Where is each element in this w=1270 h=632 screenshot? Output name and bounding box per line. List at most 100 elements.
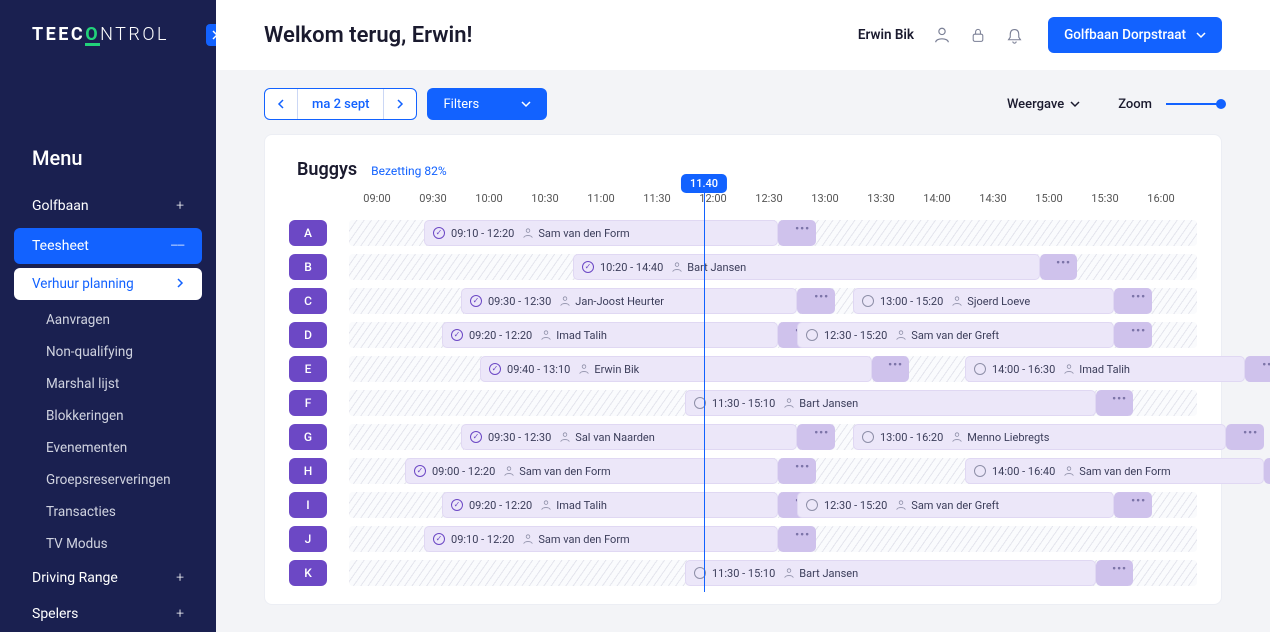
row-label: D — [289, 322, 327, 348]
booking-segment[interactable]: 09:10 - 12:20Sam van den Form — [424, 526, 778, 552]
more-icon[interactable]: ••• — [795, 528, 810, 541]
booking-cleanup[interactable]: ••• — [1114, 288, 1152, 314]
sidebar-group-driving-range[interactable]: Driving Range + — [0, 560, 216, 596]
more-icon[interactable]: ••• — [814, 426, 829, 439]
status-check-icon — [451, 499, 463, 511]
sidebar-group-teesheet[interactable]: Teesheet —— — [14, 228, 202, 264]
booking-segment[interactable]: 12:30 - 15:20Sam van der Greft — [797, 492, 1114, 518]
row-track[interactable]: •••09:40 - 13:10Erwin Bik•••14:00 - 16:3… — [349, 356, 1197, 382]
zoom-slider[interactable] — [1166, 103, 1222, 105]
person-icon — [1063, 465, 1075, 477]
more-icon[interactable]: ••• — [1131, 324, 1146, 337]
more-icon[interactable]: ••• — [795, 222, 810, 235]
more-icon[interactable]: ••• — [795, 460, 810, 473]
lock-icon[interactable] — [964, 21, 992, 49]
time-header: 09:0009:3010:0010:3011:0011:3012:0012:30… — [349, 192, 1197, 216]
booking-cleanup[interactable]: ••• — [778, 458, 816, 484]
bell-icon[interactable] — [1000, 21, 1028, 49]
row-track[interactable]: •••09:30 - 12:30Sal van Naarden•••13:00 … — [349, 424, 1197, 450]
view-label: Weergave — [1007, 97, 1064, 112]
schedule-row: H•••09:00 - 12:20Sam van den Form•••14:0… — [289, 454, 1197, 488]
more-icon[interactable]: ••• — [1243, 426, 1258, 439]
view-dropdown[interactable]: Weergave — [1007, 97, 1080, 112]
booking-cleanup[interactable]: ••• — [1245, 356, 1270, 382]
booking-cleanup[interactable]: ••• — [797, 288, 835, 314]
booking-segment[interactable]: 09:20 - 12:20Imad Talih — [442, 322, 778, 348]
time-col-label: 15:00 — [1021, 192, 1077, 216]
row-track[interactable]: ••• 11:30 - 15:10Bart Jansen — [349, 560, 1197, 586]
sidebar-sub-nonqual[interactable]: Non-qualifying — [0, 336, 216, 368]
sidebar-sub-marshal[interactable]: Marshal lijst — [0, 368, 216, 400]
booking-cleanup[interactable]: ••• — [778, 526, 816, 552]
booking-cleanup[interactable]: ••• — [1096, 390, 1133, 416]
booking-cleanup[interactable]: ••• — [797, 424, 835, 450]
user-name: Erwin Bik — [858, 27, 914, 43]
booking-cleanup[interactable]: ••• — [1226, 424, 1264, 450]
zoom-thumb[interactable] — [1216, 99, 1226, 109]
booking-cleanup[interactable]: ••• — [1114, 322, 1152, 348]
booking-segment[interactable]: 11:30 - 15:10Bart Jansen — [685, 560, 1096, 586]
booking-cleanup[interactable]: ••• — [1114, 492, 1152, 518]
more-icon[interactable]: ••• — [814, 290, 829, 303]
row-track[interactable]: ••• 09:30 - 12:30Jan-Joost Heurter ••• 13:0… — [349, 288, 1197, 314]
more-icon[interactable]: ••• — [1112, 392, 1127, 405]
booking-segment[interactable]: 11:30 - 15:10Bart Jansen — [685, 390, 1096, 416]
more-icon[interactable]: ••• — [1131, 290, 1146, 303]
row-track[interactable]: •••09:00 - 12:20Sam van den Form•••14:00… — [349, 458, 1197, 484]
zoom-label: Zoom — [1118, 97, 1152, 112]
booking-cleanup[interactable]: ••• — [1096, 560, 1133, 586]
booking-segment[interactable]: 09:30 - 12:30Jan-Joost Heurter — [461, 288, 797, 314]
more-icon[interactable]: ••• — [1112, 562, 1127, 575]
sidebar-sub-even[interactable]: Evenementen — [0, 432, 216, 464]
booking-segment[interactable]: 09:10 - 12:20Sam van den Form — [424, 220, 778, 246]
booking-time: 09:20 - 12:20 — [469, 329, 532, 342]
row-track[interactable]: ••• 10:20 - 14:40Bart Jansen — [349, 254, 1197, 280]
person-icon — [559, 295, 571, 307]
status-check-icon — [582, 261, 594, 273]
booking-segment[interactable]: 13:00 - 15:20Sjoerd Loeve — [853, 288, 1114, 314]
booking-segment[interactable]: 12:30 - 15:20Sam van der Greft — [797, 322, 1114, 348]
booking-segment[interactable]: 14:00 - 16:30Imad Talih — [965, 356, 1245, 382]
date-label[interactable]: ma 2 sept — [297, 89, 384, 119]
booking-cleanup[interactable]: ••• — [1264, 458, 1270, 484]
sidebar-sub-trans[interactable]: Transacties — [0, 496, 216, 528]
sidebar-sub-aanvragen[interactable]: Aanvragen — [0, 304, 216, 336]
booking-segment[interactable]: 13:00 - 16:20Menno Liebregts — [853, 424, 1226, 450]
row-track[interactable]: ••• 09:10 - 12:20Sam van den Form — [349, 526, 1197, 552]
booking-segment[interactable]: 09:40 - 13:10Erwin Bik — [480, 356, 872, 382]
status-check-icon — [414, 465, 426, 477]
more-icon[interactable]: ••• — [1131, 494, 1146, 507]
user-icon[interactable] — [928, 21, 956, 49]
location-dropdown[interactable]: Golfbaan Dorpstraat — [1048, 17, 1222, 53]
more-icon[interactable]: ••• — [1056, 256, 1071, 269]
sidebar-sub-blokk[interactable]: Blokkeringen — [0, 400, 216, 432]
booking-name: Imad Talih — [556, 499, 607, 512]
booking-segment[interactable]: 09:00 - 12:20Sam van den Form — [405, 458, 778, 484]
booking-time: 13:00 - 15:20 — [880, 295, 943, 308]
booking-cleanup[interactable]: ••• — [778, 220, 816, 246]
row-track[interactable]: ••• 11:30 - 15:10Bart Jansen — [349, 390, 1197, 416]
date-next-button[interactable] — [384, 89, 416, 119]
more-icon[interactable]: ••• — [888, 358, 903, 371]
booking-segment[interactable]: 10:20 - 14:40Bart Jansen — [573, 254, 1040, 280]
date-prev-button[interactable] — [265, 89, 297, 119]
booking-segment[interactable]: 09:20 - 12:20Imad Talih — [442, 492, 778, 518]
row-track[interactable]: •••09:20 - 12:20Imad Talih•••12:30 - 15:… — [349, 492, 1197, 518]
booking-name: Sam van der Greft — [911, 499, 999, 512]
sidebar-sub-groeps[interactable]: Groepsreserveringen — [0, 464, 216, 496]
booking-cleanup[interactable]: ••• — [1040, 254, 1077, 280]
more-icon[interactable]: ••• — [1262, 358, 1270, 371]
status-check-icon — [470, 295, 482, 307]
filters-dropdown[interactable]: Filters — [427, 88, 547, 120]
sidebar-group-golfbaan[interactable]: Golfbaan + — [0, 188, 216, 224]
sidebar-sub-verhuur[interactable]: Verhuur planning — [14, 268, 202, 300]
sidebar-group-spelers[interactable]: Spelers + — [0, 596, 216, 632]
row-track[interactable]: ••• 09:10 - 12:20Sam van den Form — [349, 220, 1197, 246]
row-track[interactable]: •••09:20 - 12:20Imad Talih•••12:30 - 15:… — [349, 322, 1197, 348]
booking-segment[interactable]: 14:00 - 16:40Sam van den Form — [965, 458, 1264, 484]
booking-segment[interactable]: 09:30 - 12:30Sal van Naarden — [461, 424, 797, 450]
sidebar-sub-tv[interactable]: TV Modus — [0, 528, 216, 560]
booking-cleanup[interactable]: ••• — [872, 356, 909, 382]
schedule-row: A•••09:10 - 12:20Sam van den Form — [289, 216, 1197, 250]
sidebar-sub-label: Verhuur planning — [32, 276, 134, 292]
